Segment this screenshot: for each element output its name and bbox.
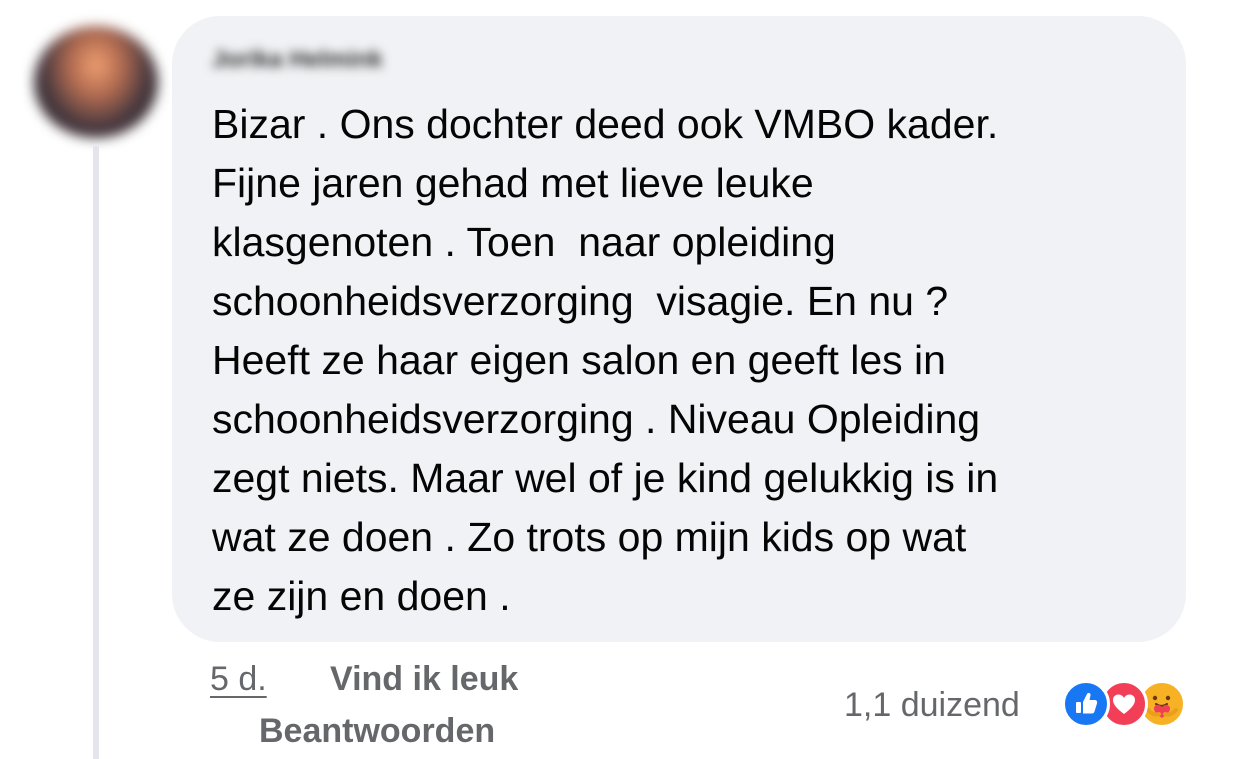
reaction-icons[interactable] [1062, 678, 1212, 732]
avatar[interactable] [34, 26, 158, 138]
comment-timestamp[interactable]: 5 d. [210, 660, 267, 699]
reaction-count[interactable]: 1,1 duizend [844, 686, 1020, 725]
like-button[interactable]: Vind ik leuk [330, 660, 518, 699]
comment-author[interactable]: Jorika Helmink [212, 46, 383, 76]
like-icon [1062, 680, 1110, 728]
comment-text: Bizar . Ons dochter deed ook VMBO kader.… [212, 101, 999, 619]
thread-line [93, 146, 99, 759]
reply-button[interactable]: Beantwoorden [259, 712, 495, 751]
